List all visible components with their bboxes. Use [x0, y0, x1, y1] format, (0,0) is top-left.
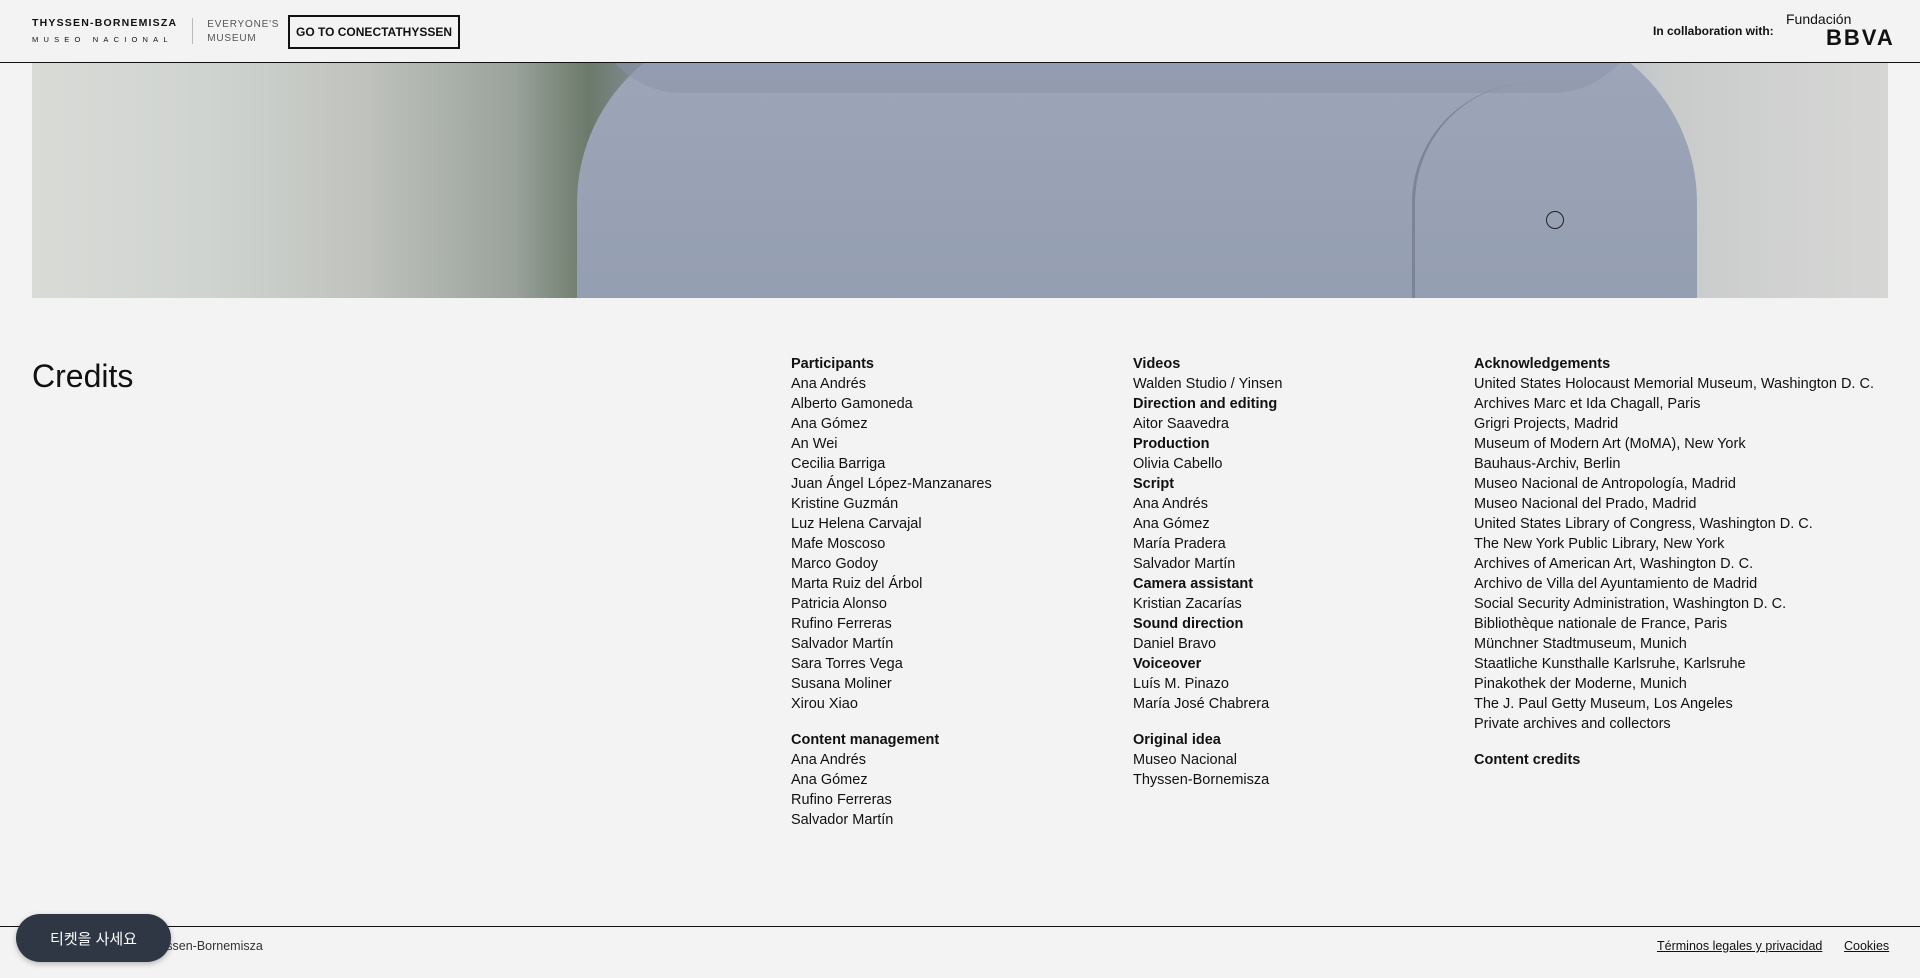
credits-spacer — [1474, 734, 1874, 750]
credits-entry: Private archives and collectors — [1474, 716, 1671, 732]
credits-entry: Rufino Ferreras — [791, 792, 892, 808]
site-header: THYSSEN-BORNEMISZA MUSEO NACIONAL EVERYO… — [0, 0, 1920, 63]
credits-heading: Participants — [791, 356, 874, 372]
video-frame-shadow — [592, 63, 1642, 93]
credits-heading: Camera assistant — [1133, 576, 1254, 592]
credits-entry: Luz Helena Carvajal — [791, 516, 922, 532]
credits-entry: Alberto Gamoneda — [791, 396, 913, 412]
credits-heading: Sound direction — [1133, 616, 1244, 632]
credits-heading: Direction and editing — [1133, 396, 1278, 412]
credits-entry: Ana Andrés — [791, 376, 866, 392]
credits-entry: Archivo de Villa del Ayuntamiento de Mad… — [1474, 576, 1758, 592]
credits-entry: Walden Studio / Yinsen — [1133, 376, 1283, 392]
credits-entry: Thyssen-Bornemisza — [1133, 772, 1270, 788]
credits-entry: Ana Andrés — [1133, 496, 1208, 512]
logo-tagline: EVERYONE'S MUSEUM — [207, 18, 279, 46]
credits-entry: Archives of American Art, Washington D. … — [1474, 556, 1754, 572]
credits-heading: Videos — [1133, 356, 1181, 372]
video-player[interactable] — [32, 63, 1888, 298]
credits-spacer — [791, 714, 992, 730]
credits-entry: Xirou Xiao — [791, 696, 858, 712]
credits-entry: Staatliche Kunsthalle Karlsruhe, Karlsru… — [1474, 656, 1746, 672]
go-to-conectathyssen-button[interactable]: GO TO CONECTATHYSSEN — [288, 15, 460, 49]
credits-heading: Production — [1133, 436, 1210, 452]
logo-sub-text: MUSEO NACIONAL — [32, 34, 173, 44]
credits-column-videos: Videos Walden Studio / Yinsen Direction an… — [1133, 354, 1282, 790]
credits-entry: An Wei — [791, 436, 838, 452]
credits-entry: Daniel Bravo — [1133, 636, 1217, 652]
credits-entry: Salvador Martín — [1133, 556, 1236, 572]
credits-entry: United States Holocaust Memorial Museum,… — [1474, 376, 1874, 392]
bbva-logo[interactable]: Fundación BBVA — [1786, 11, 1898, 51]
credits-entry: Social Security Administration, Washingt… — [1474, 596, 1787, 612]
credits-heading: Content credits — [1474, 752, 1581, 768]
credits-entry: Ana Gómez — [791, 416, 868, 432]
credits-entry: Susana Moliner — [791, 676, 892, 692]
credits-entry: Grigri Projects, Madrid — [1474, 416, 1619, 432]
credits-entry: Marta Ruiz del Árbol — [791, 576, 923, 592]
credits-entry: The J. Paul Getty Museum, Los Angeles — [1474, 696, 1733, 712]
museum-logo[interactable]: THYSSEN-BORNEMISZA MUSEO NACIONAL EVERYO… — [32, 18, 279, 46]
credits-entry: The New York Public Library, New York — [1474, 536, 1725, 552]
credits-entry: Museum of Modern Art (MoMA), New York — [1474, 436, 1746, 452]
credits-column-participants: Participants Ana Andrés Alberto Gamoneda An… — [791, 354, 992, 830]
bbva-logo-line2: BBVA — [1826, 25, 1895, 50]
credits-entry: Museo Nacional — [1133, 752, 1237, 768]
copyright-text: yssen-Bornemisza — [160, 939, 263, 953]
logo-tagline-line1: EVERYONE'S — [207, 19, 280, 30]
credits-entry: Ana Gómez — [1133, 516, 1210, 532]
credits-entry: Aitor Saavedra — [1133, 416, 1229, 432]
credits-entry: Rufino Ferreras — [791, 616, 892, 632]
credits-entry: Patricia Alonso — [791, 596, 887, 612]
credits-entry: Kristine Guzmán — [791, 496, 899, 512]
credits-entry: Ana Andrés — [791, 752, 866, 768]
cookies-link[interactable]: Cookies — [1844, 939, 1889, 953]
credits-entry: Ana Gómez — [791, 772, 868, 788]
credits-entry: Münchner Stadtmuseum, Munich — [1474, 636, 1687, 652]
credits-entry: Salvador Martín — [791, 812, 894, 828]
credits-entry: Museo Nacional del Prado, Madrid — [1474, 496, 1697, 512]
credits-entry: Olivia Cabello — [1133, 456, 1223, 472]
credits-title: Credits — [32, 358, 134, 394]
collaboration-label: In collaboration with: — [1653, 24, 1774, 38]
legal-terms-link[interactable]: Términos legales y privacidad — [1657, 939, 1822, 953]
credits-entry: Pinakothek der Moderne, Munich — [1474, 676, 1687, 692]
logo-wordmark: THYSSEN-BORNEMISZA MUSEO NACIONAL — [32, 18, 177, 44]
credits-heading: Script — [1133, 476, 1175, 492]
credits-entry: Luís M. Pinazo — [1133, 676, 1229, 692]
credits-entry: Archives Marc et Ida Chagall, Paris — [1474, 396, 1701, 412]
credits-heading: Acknowledgements — [1474, 356, 1611, 372]
credits-entry: Salvador Martín — [791, 636, 894, 652]
credits-entry: United States Library of Congress, Washi… — [1474, 516, 1813, 532]
buy-tickets-button[interactable]: 티켓을 사세요 — [16, 914, 171, 962]
credits-entry: Bauhaus-Archiv, Berlin — [1474, 456, 1621, 472]
credits-entry: Cecilia Barriga — [791, 456, 886, 472]
cursor-ring-icon — [1546, 211, 1564, 229]
credits-entry: María José Chabrera — [1133, 696, 1270, 712]
credits-entry: Kristian Zacarías — [1133, 596, 1242, 612]
credits-entry: Mafe Moscoso — [791, 536, 886, 552]
credits-heading: Original idea — [1133, 732, 1221, 748]
credits-entry: Museo Nacional de Antropología, Madrid — [1474, 476, 1736, 492]
credits-spacer — [1133, 714, 1282, 730]
logo-tagline-line2: MUSEUM — [207, 33, 257, 44]
site-footer: yssen-Bornemisza Términos legales y priv… — [0, 926, 1920, 978]
credits-entry: Sara Torres Vega — [791, 656, 903, 672]
credits-column-acknowledgements: Acknowledgements United States Holocaust … — [1474, 354, 1874, 770]
logo-divider — [192, 18, 194, 44]
credits-entry: Marco Godoy — [791, 556, 879, 572]
logo-main-text: THYSSEN-BORNEMISZA — [32, 17, 178, 29]
credits-entry: Juan Ángel López-Manzanares — [791, 476, 992, 492]
credits-heading: Content management — [791, 732, 940, 748]
credits-heading: Voiceover — [1133, 656, 1202, 672]
credits-entry: Bibliothèque nationale de France, Paris — [1474, 616, 1728, 632]
credits-entry: María Pradera — [1133, 536, 1226, 552]
